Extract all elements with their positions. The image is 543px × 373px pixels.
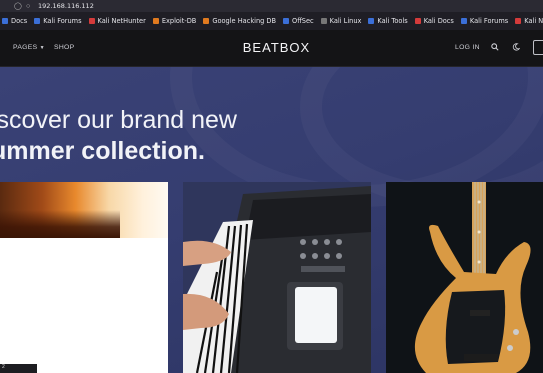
bookmark-item[interactable]: Kali NetHunter: [515, 17, 543, 25]
bookmark-item[interactable]: Kali Linux: [320, 17, 362, 25]
moon-icon[interactable]: [512, 43, 521, 53]
url-text[interactable]: 192.168.116.112: [38, 2, 94, 10]
hero-section: iscover our brand new ummer collection.: [0, 67, 543, 373]
bookmark-favicon-icon: [460, 18, 467, 24]
hero-heading: iscover our brand new ummer collection.: [0, 105, 237, 167]
bookmark-favicon-icon: [320, 18, 327, 24]
bookmark-label: Docs: [11, 17, 28, 25]
site-header: PAGES ▼ SHOP BEATBOX LOG IN: [0, 30, 543, 67]
bookmark-label: OffSec: [292, 17, 314, 25]
bookmark-favicon-icon: [2, 18, 8, 24]
bookmark-item[interactable]: Kali NetHunter: [88, 17, 146, 25]
bookmark-item[interactable]: Exploit-DB: [152, 17, 197, 25]
product-card-synth[interactable]: [183, 182, 371, 373]
bass-guitar-photo: [386, 182, 543, 373]
bookmark-label: Kali Docs: [423, 17, 454, 25]
bookmark-item[interactable]: Google Hacking DB: [203, 17, 276, 25]
product-card-guitar-sunset[interactable]: [0, 182, 168, 373]
hero-line-2: ummer collection.: [0, 137, 205, 165]
synth-photo: [183, 182, 371, 373]
bookmark-favicon-icon: [515, 18, 522, 24]
bookmark-label: Kali Tools: [377, 17, 408, 25]
bookmark-label: Google Hacking DB: [212, 17, 277, 25]
hero-line-1: iscover our brand new: [0, 106, 237, 134]
bookmark-label: Kali NetHunter: [524, 17, 543, 25]
bookmark-item[interactable]: Kali Forums: [34, 17, 82, 25]
bookmark-item[interactable]: Kali Tools: [368, 17, 408, 25]
bookmark-label: Exploit-DB: [161, 17, 197, 25]
card-photo-silhouette: [0, 210, 120, 238]
bookmark-favicon-icon: [368, 18, 375, 24]
bookmark-favicon-icon: [414, 18, 421, 24]
bookmark-item[interactable]: OffSec: [283, 17, 314, 25]
bookmark-favicon-icon: [152, 18, 159, 24]
bookmark-item[interactable]: Kali Forums: [460, 17, 509, 25]
bookmark-item[interactable]: Kali Docs: [414, 17, 454, 25]
bookmark-item[interactable]: Docs: [2, 17, 27, 25]
bookmark-label: Kali Linux: [329, 17, 362, 25]
cart-icon[interactable]: [533, 40, 543, 55]
lock-icon: ○: [26, 2, 31, 10]
product-card-bass-guitar[interactable]: [386, 182, 543, 373]
bookmark-favicon-icon: [283, 18, 290, 24]
status-tooltip: 2: [0, 364, 37, 373]
bookmark-favicon-icon: [88, 18, 95, 24]
bookmark-favicon-icon: [203, 18, 210, 24]
browser-url-bar[interactable]: ◯ ○ 192.168.116.112: [0, 0, 543, 12]
bookmark-favicon-icon: [34, 18, 41, 24]
bookmark-label: Kali NetHunter: [97, 17, 146, 25]
bookmark-label: Kali Forums: [43, 17, 82, 25]
bookmarks-toolbar: Docs Kali Forums Kali NetHunter Exploit-DB G…: [0, 12, 543, 30]
search-icon[interactable]: [491, 43, 499, 53]
login-link[interactable]: LOG IN: [455, 44, 480, 51]
shield-icon: ◯: [14, 2, 22, 10]
bookmark-label: Kali Forums: [469, 17, 509, 25]
